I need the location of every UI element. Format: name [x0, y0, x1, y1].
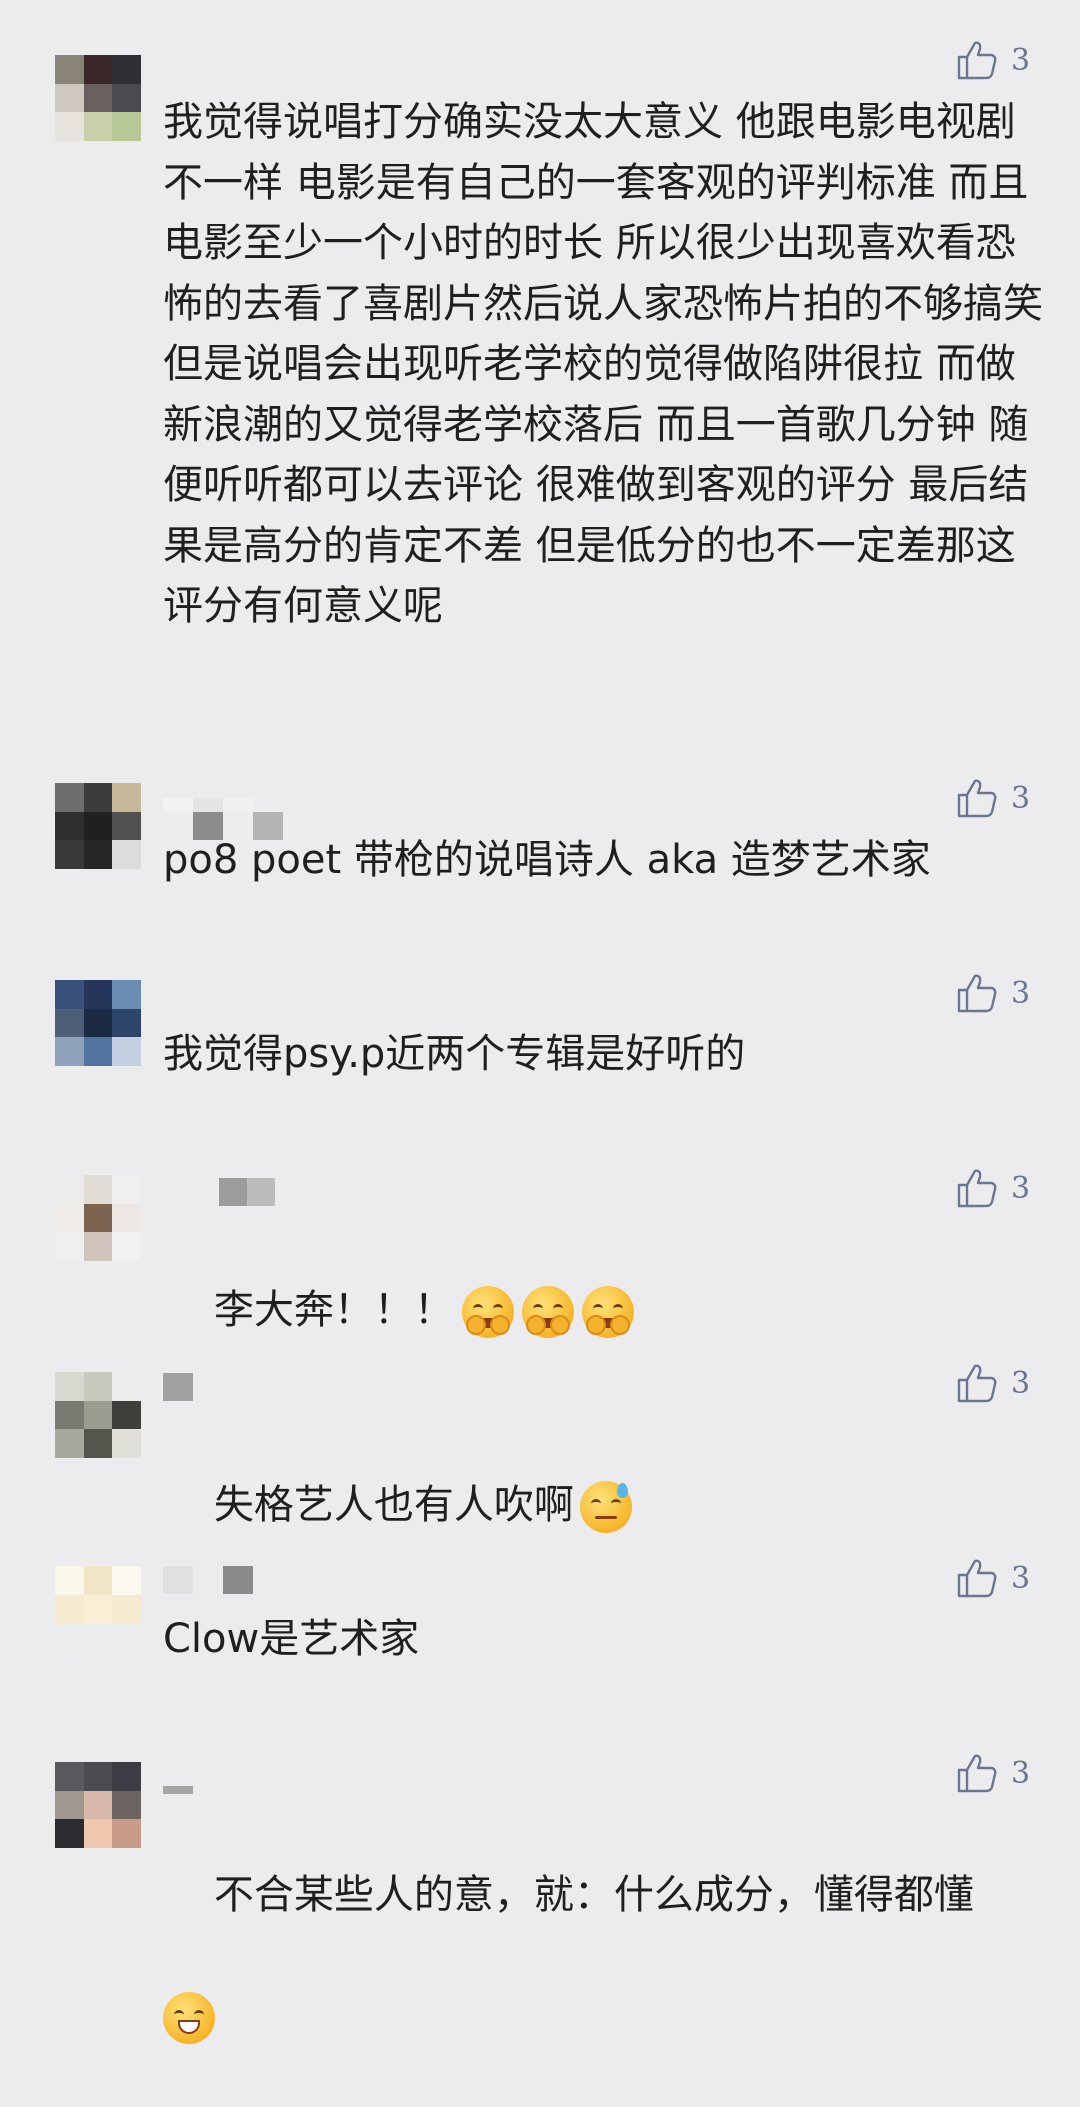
comment-text: Clow是艺术家: [163, 1616, 420, 1662]
avatar[interactable]: [55, 783, 141, 869]
like-button[interactable]: 3: [955, 1751, 1030, 1795]
thumbs-up-icon: [957, 1364, 997, 1403]
sweat-face-emoji: [579, 1480, 632, 1533]
grinning-face-emoji: [163, 1991, 215, 2044]
thumbs-up-icon: [957, 779, 997, 818]
like-count: 3: [1011, 975, 1031, 1011]
thumbs-up-icon: [957, 974, 997, 1013]
like-count: 3: [1011, 1755, 1031, 1791]
comment-text: po8 poet 带枪的说唱诗人 aka 造梦艺术家: [163, 837, 931, 883]
avatar[interactable]: [55, 55, 141, 141]
avatar[interactable]: [55, 980, 141, 1066]
like-count: 3: [1011, 42, 1031, 78]
like-button[interactable]: 3: [955, 971, 1030, 1015]
emoji-group: [461, 1285, 634, 1338]
comment-text-content: 李大奔！！！: [213, 1286, 454, 1333]
thumbs-up-icon: [957, 1169, 997, 1208]
thumbs-up-icon: [957, 1754, 997, 1793]
like-button[interactable]: 3: [955, 1166, 1030, 1210]
like-button[interactable]: 3: [955, 38, 1030, 82]
avatar[interactable]: [55, 1762, 141, 1848]
comment-text: 我觉得说唱打分确实没太大意义 他跟电影电视剧不一样 电影是有自己的一套客观的评判…: [163, 99, 1056, 629]
avatar[interactable]: [55, 1372, 141, 1458]
hugging-face-emoji: [581, 1285, 634, 1338]
thumbs-up-icon: [957, 41, 997, 80]
like-count: 3: [1011, 1170, 1031, 1206]
comment-text: 李大奔！！！: [163, 1219, 1043, 1401]
username-redacted[interactable]: [163, 1178, 275, 1206]
comment-text: 失格艺人也有人吹啊: [163, 1414, 1043, 1596]
comment-text: 不合某些人的意，就：什么成分，懂得都懂: [163, 1804, 1043, 2107]
username-redacted[interactable]: [163, 1566, 253, 1594]
like-button[interactable]: 3: [955, 1361, 1030, 1405]
thumbs-up-icon: [957, 1559, 997, 1598]
like-count: 3: [1011, 780, 1031, 816]
avatar[interactable]: [55, 1175, 141, 1261]
like-count: 3: [1011, 1365, 1031, 1401]
comment-text-content: 失格艺人也有人吹啊: [213, 1481, 574, 1528]
username-redacted[interactable]: [163, 1373, 193, 1401]
avatar[interactable]: [55, 1566, 141, 1652]
hugging-face-emoji: [521, 1285, 574, 1338]
hugging-face-emoji: [461, 1285, 514, 1338]
like-button[interactable]: 3: [955, 776, 1030, 820]
like-button[interactable]: 3: [955, 1556, 1030, 1600]
comment-text: 我觉得psy.p近两个专辑是好听的: [163, 1031, 746, 1077]
comment-text-content: 不合某些人的意，就：什么成分，懂得都懂: [213, 1871, 974, 1918]
like-count: 3: [1011, 1560, 1031, 1596]
